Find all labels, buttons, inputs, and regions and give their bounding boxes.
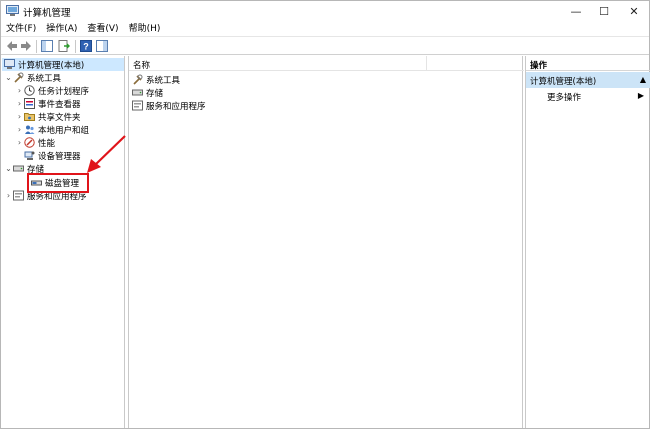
highlight-box-disk-management (27, 173, 89, 193)
menu-action[interactable]: 操作(A) (41, 22, 82, 36)
navigation-tree: 计算机管理(本地) ⌄ 系统工具 › 任务计划程序 › 事件查看器 › 共享文件… (1, 56, 125, 428)
tree-item-root[interactable]: 计算机管理(本地) (2, 58, 124, 71)
more-actions-item[interactable]: 更多操作 (547, 91, 581, 103)
computer-management-icon (6, 5, 19, 16)
submenu-arrow-icon: ▶ (637, 91, 644, 100)
back-arrow-icon[interactable] (6, 40, 18, 52)
tree-label: 共享文件夹 (38, 112, 81, 123)
help-icon[interactable]: ? (80, 40, 92, 52)
tree-label: 任务计划程序 (38, 86, 90, 97)
chevron-down-icon[interactable]: ⌄ (4, 164, 13, 173)
chevron-right-icon[interactable]: › (15, 138, 24, 147)
maximize-button[interactable]: ☐ (589, 1, 619, 22)
tree-label: 系统工具 (27, 73, 62, 84)
actions-group-computer-management[interactable]: 计算机管理(本地) ▲ (526, 72, 650, 88)
maximize-icon: ☐ (599, 5, 609, 18)
computer-management-window: 计算机管理 — ☐ ✕ 文件(F) 操作(A) 查看(V) 帮助(H) ? 计算… (0, 0, 650, 429)
column-header-label: 名称 (133, 61, 151, 71)
chevron-down-icon[interactable]: ⌄ (4, 73, 13, 82)
actions-pane: 操作 计算机管理(本地) ▲ 更多操作 ▶ (525, 56, 650, 428)
system-tools-icon (14, 72, 24, 83)
close-icon: ✕ (629, 5, 639, 18)
chevron-right-icon[interactable]: › (4, 191, 13, 200)
tree-item-shared-folders[interactable]: › 共享文件夹 (15, 110, 81, 123)
tree-label: 事件查看器 (38, 99, 81, 110)
close-button[interactable]: ✕ (619, 1, 649, 22)
tree-item-local-users[interactable]: › 本地用户和组 (15, 123, 89, 136)
list-item-label: 存储 (146, 88, 164, 99)
chevron-right-icon[interactable]: › (15, 112, 24, 121)
toolbar-separator (36, 40, 37, 53)
actions-header: 操作 (526, 56, 650, 71)
minimize-button[interactable]: — (561, 1, 591, 22)
users-icon (25, 125, 35, 134)
tree-item-device-manager[interactable]: 设备管理器 (24, 149, 81, 162)
show-hide-action-pane-icon[interactable] (96, 40, 108, 52)
tree-label: 性能 (38, 138, 56, 149)
tree-item-task-scheduler[interactable]: › 任务计划程序 (15, 84, 89, 97)
menu-help[interactable]: 帮助(H) (124, 22, 166, 36)
svg-text:?: ? (83, 42, 89, 52)
tree-item-system-tools[interactable]: ⌄ 系统工具 (4, 71, 61, 84)
forward-arrow-icon[interactable] (20, 40, 32, 52)
performance-icon (24, 137, 35, 148)
results-pane: 名称 系统工具 存储 服务和应用程序 (128, 56, 524, 428)
shared-folder-icon (24, 113, 35, 121)
clock-icon (24, 85, 35, 96)
list-item-services-apps[interactable]: 服务和应用程序 (132, 99, 206, 112)
services-icon (132, 100, 143, 111)
red-arrow-icon (87, 135, 126, 173)
tree-item-event-viewer[interactable]: › 事件查看器 (15, 97, 81, 110)
menu-bar: 文件(F) 操作(A) 查看(V) 帮助(H) (1, 22, 649, 36)
device-manager-icon (24, 151, 35, 160)
menu-file[interactable]: 文件(F) (1, 22, 41, 36)
column-header-name[interactable]: 名称 (129, 56, 524, 71)
storage-icon (132, 89, 143, 96)
chevron-right-icon[interactable]: › (15, 99, 24, 108)
event-viewer-icon (24, 98, 35, 109)
chevron-right-icon[interactable]: › (15, 86, 24, 95)
tree-label: 计算机管理(本地) (18, 60, 85, 71)
toolbar-separator (75, 40, 76, 53)
tree-item-performance[interactable]: › 性能 (15, 136, 55, 149)
collapse-up-icon[interactable]: ▲ (640, 75, 646, 84)
actions-header-label: 操作 (530, 61, 548, 71)
actions-group-label: 计算机管理(本地) (530, 77, 597, 87)
menu-view[interactable]: 查看(V) (82, 22, 123, 36)
chevron-right-icon[interactable]: › (15, 125, 24, 134)
show-hide-tree-icon[interactable] (41, 40, 53, 52)
tree-label: 设备管理器 (38, 151, 81, 162)
list-item-label: 系统工具 (146, 75, 181, 86)
export-list-icon[interactable] (58, 40, 70, 52)
services-icon (13, 190, 24, 201)
computer-management-icon (4, 59, 15, 69)
column-divider[interactable] (426, 56, 427, 71)
title-bar: 计算机管理 — ☐ ✕ (1, 1, 649, 22)
window-title: 计算机管理 (23, 8, 71, 19)
list-item-system-tools[interactable]: 系统工具 (132, 73, 180, 86)
toolbar: ? (1, 36, 649, 55)
system-tools-icon (133, 74, 143, 85)
list-item-label: 服务和应用程序 (146, 101, 206, 112)
list-item-storage[interactable]: 存储 (132, 86, 163, 99)
storage-icon (13, 165, 24, 172)
minimize-icon: — (570, 5, 582, 18)
